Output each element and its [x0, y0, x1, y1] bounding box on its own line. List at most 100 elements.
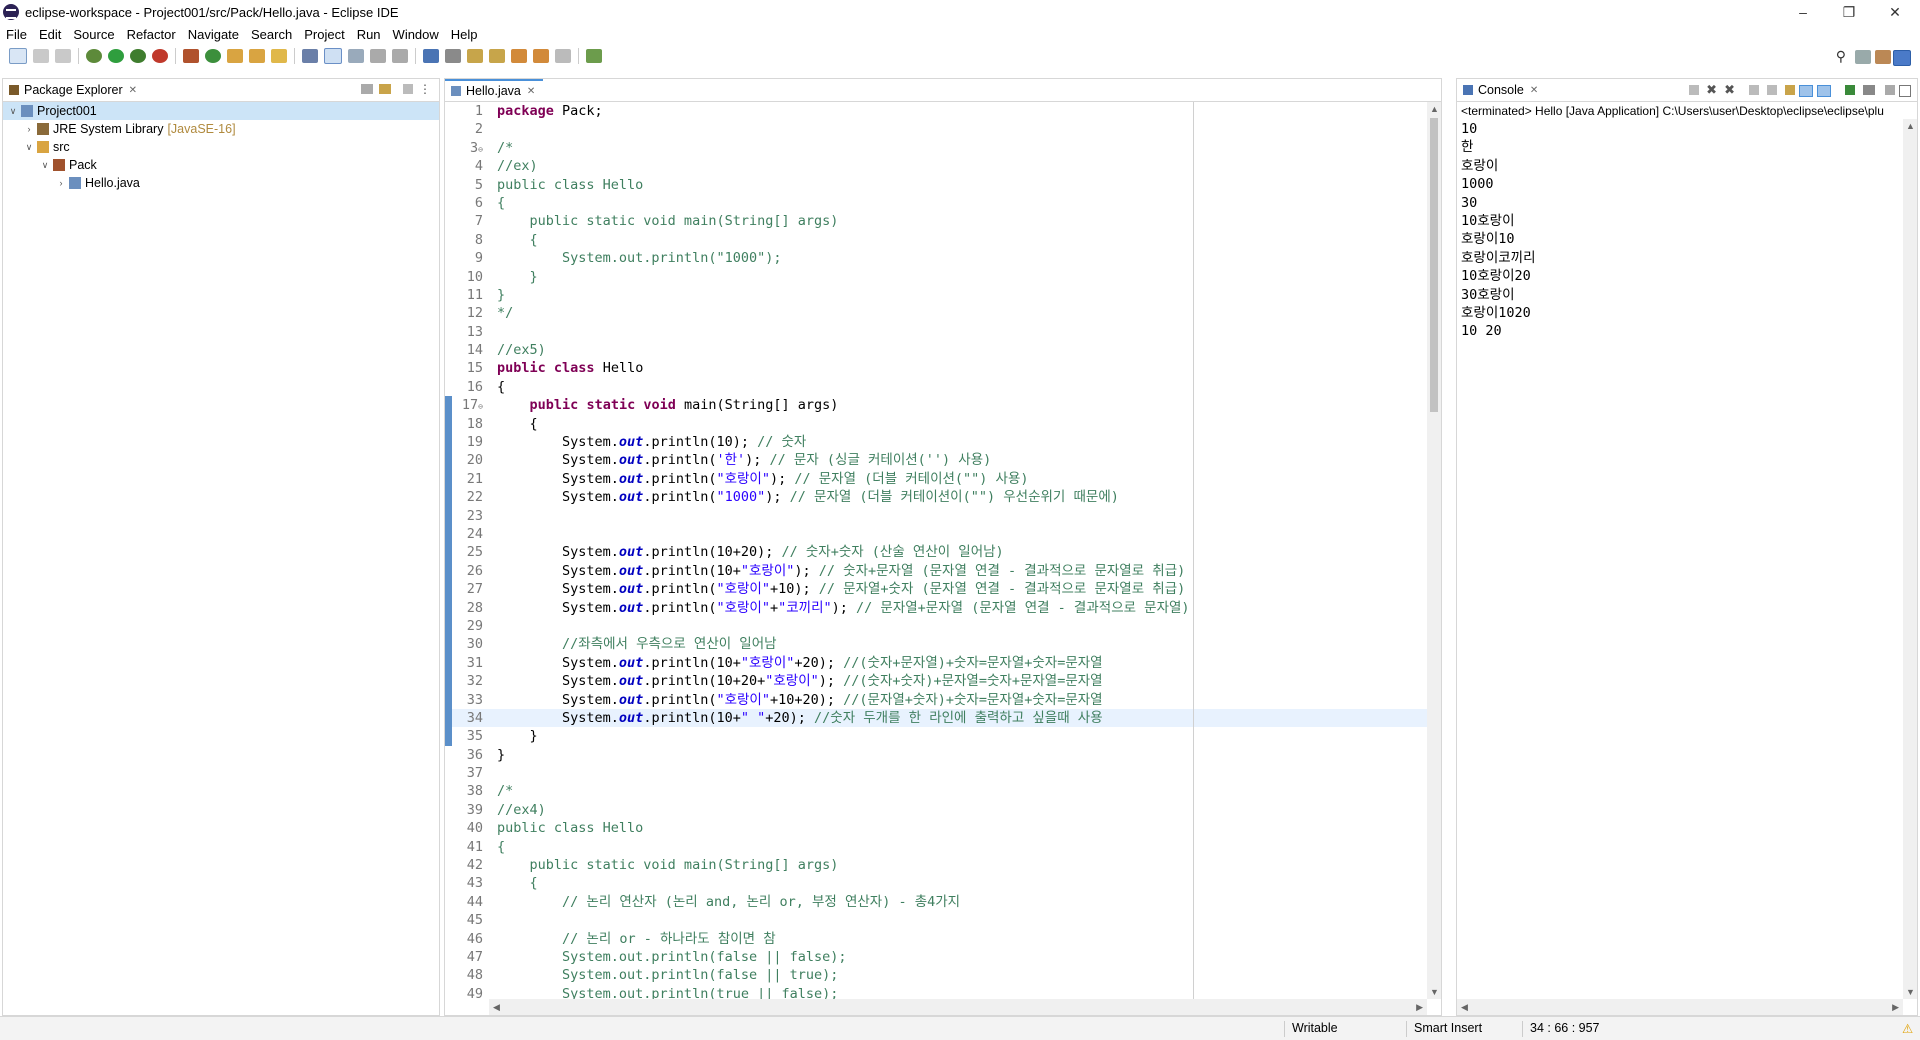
open-task-icon[interactable]	[249, 49, 265, 63]
code-line[interactable]: 8 {	[445, 231, 1441, 249]
toggle-highlight-icon[interactable]	[324, 48, 342, 64]
skip-breakpoints-icon[interactable]	[445, 49, 461, 63]
scroll-left-icon[interactable]: ◀	[1461, 1002, 1468, 1013]
open-perspective-icon[interactable]	[586, 49, 602, 63]
code-line[interactable]: 18 {	[445, 415, 1441, 433]
scroll-up-icon[interactable]: ▲	[1430, 104, 1439, 114]
code-editor[interactable]: 1 package Pack; 2 3⊖ /* 4 //ex) 5 public class H…	[445, 102, 1441, 999]
code-line[interactable]: 31 System.out.println(10+"호랑이"+20); //(숫…	[445, 654, 1441, 672]
code-line[interactable]: 7 public static void main(String[] args)	[445, 212, 1441, 230]
code-line[interactable]: 48 System.out.println(false || true);	[445, 966, 1441, 984]
tree-item[interactable]: ∨ src	[3, 138, 439, 156]
menu-navigate[interactable]: Navigate	[182, 27, 245, 42]
code-line[interactable]: 49 System.out.println(true || false);	[445, 985, 1441, 999]
link-with-editor-icon[interactable]	[379, 84, 391, 94]
word-wrap-icon[interactable]	[1785, 85, 1795, 95]
code-line[interactable]: 41 {	[445, 838, 1441, 856]
menu-source[interactable]: Source	[67, 27, 120, 42]
menu-edit[interactable]: Edit	[33, 27, 67, 42]
horizontal-scrollbar[interactable]: ◀ ▶	[489, 999, 1427, 1015]
code-line[interactable]: 21 System.out.println("호랑이"); // 문자열 (더블…	[445, 470, 1441, 488]
next-annotation-icon[interactable]	[467, 49, 483, 63]
search-icon[interactable]: ⚲	[1836, 48, 1846, 65]
menu-search[interactable]: Search	[245, 27, 298, 42]
code-line[interactable]: 2	[445, 120, 1441, 138]
tab-package-explorer[interactable]: Package Explorer ✕	[3, 79, 145, 101]
scroll-down-icon[interactable]: ▼	[1430, 987, 1439, 997]
code-line[interactable]: 45	[445, 911, 1441, 929]
code-line[interactable]: 29	[445, 617, 1441, 635]
menu-help[interactable]: Help	[445, 27, 484, 42]
scrollbar-thumb[interactable]	[1430, 118, 1438, 412]
code-line[interactable]: 11}	[445, 286, 1441, 304]
collapse-all-icon[interactable]	[361, 84, 373, 94]
code-line[interactable]: 30 //좌측에서 우측으로 연산이 일어남	[445, 635, 1441, 653]
run-icon[interactable]	[108, 49, 124, 63]
code-line[interactable]: 27 System.out.println("호랑이"+10); // 문자열+…	[445, 580, 1441, 598]
menu-refactor[interactable]: Refactor	[121, 27, 182, 42]
code-line[interactable]: 38 /*	[445, 782, 1441, 800]
show-stdout-icon[interactable]	[1799, 85, 1813, 97]
remove-launch-icon[interactable]: ✖	[1706, 82, 1717, 98]
tree-item[interactable]: ∨ Pack	[3, 156, 439, 174]
terminate-icon[interactable]	[1689, 85, 1699, 95]
last-edit-icon[interactable]	[511, 49, 527, 63]
close-icon[interactable]: ✕	[1872, 0, 1918, 24]
chevron-right-icon[interactable]: ›	[23, 124, 35, 134]
clear-console-icon[interactable]	[1749, 85, 1759, 95]
menu-window[interactable]: Window	[387, 27, 445, 42]
code-line[interactable]: 40 public class Hello	[445, 819, 1441, 837]
previous-annotation-icon[interactable]	[489, 49, 505, 63]
new-icon[interactable]	[9, 48, 27, 64]
scroll-left-icon[interactable]: ◀	[493, 1002, 500, 1013]
code-line[interactable]: 1 package Pack;	[445, 102, 1441, 120]
chevron-right-icon[interactable]: ›	[55, 178, 67, 188]
minimize-view-icon[interactable]	[1885, 85, 1895, 95]
code-line[interactable]: 42 public static void main(String[] args…	[445, 856, 1441, 874]
toggle-block-icon[interactable]	[348, 49, 364, 63]
scroll-lock-icon[interactable]	[1767, 85, 1777, 95]
code-line[interactable]: 14 //ex5)	[445, 341, 1441, 359]
pin-console-icon[interactable]	[1845, 85, 1855, 95]
remove-all-terminated-icon[interactable]: ✖	[1724, 82, 1735, 98]
code-line[interactable]: 25 System.out.println(10+20); // 숫자+숫자 (…	[445, 543, 1441, 561]
notification-icon[interactable]: ⚠	[1902, 1021, 1913, 1036]
open-perspective-button-icon[interactable]	[1855, 50, 1871, 64]
code-line[interactable]: 33 System.out.println("호랑이"+10+20); //(문…	[445, 691, 1441, 709]
tree-item[interactable]: › Hello.java	[3, 174, 439, 192]
menu-file[interactable]: File	[0, 27, 33, 42]
code-line[interactable]: 4 //ex)	[445, 157, 1441, 175]
code-line[interactable]: 36}	[445, 746, 1441, 764]
display-console-icon[interactable]	[1863, 85, 1875, 95]
code-line[interactable]: 16 {	[445, 378, 1441, 396]
vertical-scrollbar[interactable]: ▲ ▼	[1427, 102, 1441, 999]
menu-run[interactable]: Run	[351, 27, 387, 42]
code-line[interactable]: 10 }	[445, 268, 1441, 286]
code-line[interactable]: 39 //ex4)	[445, 801, 1441, 819]
code-line[interactable]: 9 System.out.println("1000");	[445, 249, 1441, 267]
external-tools-icon[interactable]	[152, 49, 168, 63]
new-class-icon[interactable]	[205, 49, 221, 63]
new-java-project-icon[interactable]	[183, 49, 199, 63]
code-line[interactable]: 22 System.out.println("1000"); // 문자열 (더…	[445, 488, 1441, 506]
code-line[interactable]: 47 System.out.println(false || false);	[445, 948, 1441, 966]
back-icon[interactable]	[533, 49, 549, 63]
save-all-icon[interactable]	[55, 49, 71, 63]
code-line[interactable]: 15 public class Hello	[445, 359, 1441, 377]
code-line[interactable]: 34 System.out.println(10+" "+20); //숫자 두…	[445, 708, 1441, 728]
chevron-down-icon[interactable]: ∨	[7, 106, 19, 117]
code-line[interactable]: 13	[445, 323, 1441, 341]
code-line[interactable]: 44 // 논리 연산자 (논리 and, 논리 or, 부정 연산자) - 총…	[445, 893, 1441, 911]
console-horizontal-scrollbar[interactable]: ◀ ▶	[1457, 999, 1903, 1015]
open-type-icon[interactable]	[227, 49, 243, 63]
code-line[interactable]: 28 System.out.println("호랑이"+"코끼리"); // 문…	[445, 599, 1441, 617]
close-tab-icon[interactable]: ✕	[527, 86, 535, 97]
maximize-view-icon[interactable]	[1899, 85, 1911, 97]
chevron-down-icon[interactable]: ∨	[39, 160, 51, 171]
code-line[interactable]: 23	[445, 507, 1441, 525]
menu-project[interactable]: Project	[298, 27, 350, 42]
debug-icon[interactable]	[86, 49, 102, 63]
show-whitespace-icon[interactable]	[370, 49, 386, 63]
toggle-mark-icon[interactable]	[302, 49, 318, 63]
scroll-down-icon[interactable]: ▼	[1906, 987, 1915, 997]
